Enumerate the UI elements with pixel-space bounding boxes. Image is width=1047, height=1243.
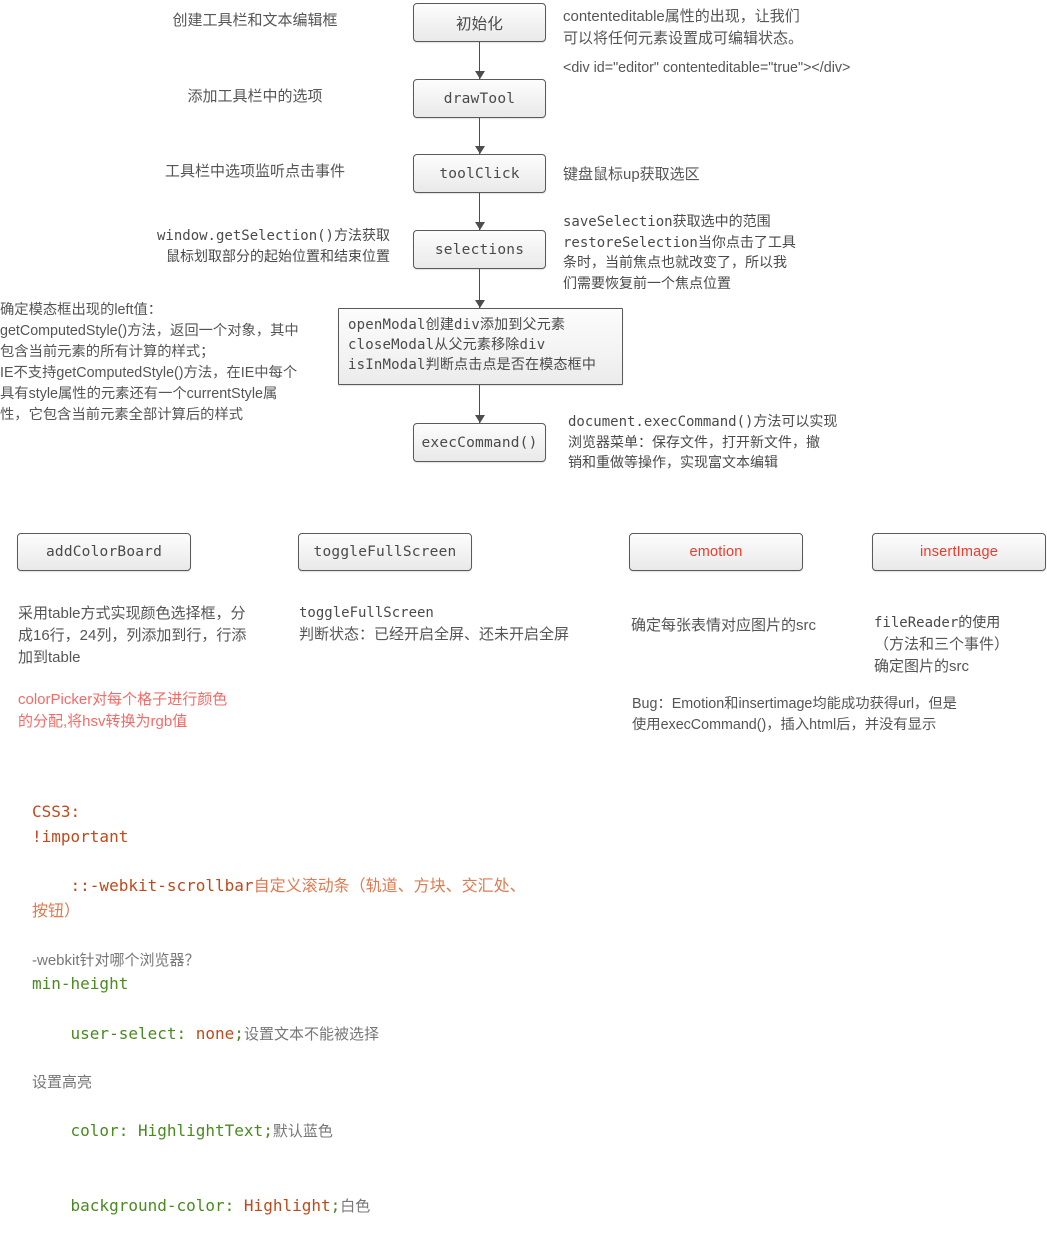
feature-note-addcolorboard: colorPicker对每个格子进行颜色 的分配,将hsv转换为rgb值: [18, 691, 228, 731]
note-listen-click: 工具栏中选项监听点击事件: [164, 163, 345, 180]
note-create-toolbar: 创建工具栏和文本编辑框: [172, 12, 338, 29]
css3-line-color-semi: ;: [263, 1121, 273, 1141]
css3-line-bgcolor-value: Highlight: [243, 1195, 331, 1215]
note-add-options: 添加工具栏中的选项: [187, 88, 323, 105]
css3-line-user-select-code: user-select:: [70, 1023, 196, 1043]
css3-line-highlight: 设置高亮: [32, 1074, 93, 1092]
note-get-selection: window.getSelection()方法获取 鼠标划取部分的起始位置和结束…: [156, 228, 390, 265]
feature-box-addcolorboard[interactable]: addColorBoard: [17, 533, 191, 571]
feature-desc-addcolorboard: 采用table方式实现颜色选择框，分 成16行，24列，列添加到行，行添 加到t…: [18, 605, 247, 667]
bug-note: Bug：Emotion和insertimage均能成功获得url，但是 使用ex…: [632, 696, 957, 734]
css3-line-min-height: min-height: [32, 974, 129, 994]
flow-node-modal[interactable]: openModal创建div添加到父元素 closeModal从父元素移除div…: [338, 308, 623, 385]
note-contenteditable: contenteditable属性的出现，让我们 可以将任何元素设置成可编辑状态…: [563, 8, 804, 48]
note-save-restore: saveSelection获取选中的范围 restoreSelection当你点…: [563, 214, 796, 292]
feature-box-togglefullscreen[interactable]: toggleFullScreen: [298, 533, 472, 571]
css3-line-important: !important: [32, 826, 129, 846]
css3-line-color-tail: 默认蓝色: [272, 1123, 333, 1141]
feature-desc-mono-insertimage: fileReader的使用: [874, 615, 1001, 631]
note-editor-div: <div id="editor" contenteditable="true">…: [563, 60, 851, 76]
css3-line-color-code: color: HighlightText: [70, 1121, 264, 1141]
flow-node-selections[interactable]: selections: [413, 230, 546, 269]
css3-line-bgcolor-code: background-color:: [70, 1195, 244, 1215]
css3-line-bgcolor-tail: 白色: [340, 1197, 371, 1215]
feature-desc-togglefullscreen: 判断状态：已经开启全屏、还未开启全屏: [299, 626, 570, 643]
flow-node-init[interactable]: 初始化: [413, 3, 546, 42]
flow-node-execcommand[interactable]: execCommand(): [413, 423, 546, 462]
note-keyboard-mouse: 键盘鼠标up获取选区: [563, 166, 700, 183]
flow-node-drawtool[interactable]: drawTool: [413, 79, 546, 118]
feature-desc-insertimage: （方法和三个事件） 确定图片的src: [874, 636, 1010, 676]
css3-line-user-select-value: none: [195, 1023, 235, 1043]
css3-line-scrollbar-code: ::-webkit-scrollbar: [70, 876, 254, 896]
css3-line-webkit-question: -webkit针对哪个浏览器？: [32, 951, 200, 969]
css3-block: CSS3: !important ::-webkit-scrollbar自定义滚…: [32, 800, 592, 1243]
css3-line-user-select-tail: 设置文本不能被选择: [243, 1025, 379, 1043]
css3-line-bgcolor-semi: ;: [330, 1195, 341, 1215]
feature-desc-emotion: 确定每张表情对应图片的src: [631, 617, 816, 634]
css3-title: CSS3:: [32, 802, 81, 821]
feature-desc-mono-togglefullscreen: toggleFullScreen: [299, 605, 434, 621]
feature-box-insertimage[interactable]: insertImage: [872, 533, 1046, 571]
note-computed-style: 确定模态框出现的left值： getComputedStyle()方法，返回一个…: [0, 302, 299, 424]
feature-box-emotion[interactable]: emotion: [629, 533, 803, 571]
note-execcommand: document.execCommand()方法可以实现 浏览器菜单：保存文件，…: [568, 414, 838, 472]
flow-node-toolclick[interactable]: toolClick: [413, 154, 546, 193]
css3-line-user-select-semi: ;: [234, 1023, 244, 1043]
